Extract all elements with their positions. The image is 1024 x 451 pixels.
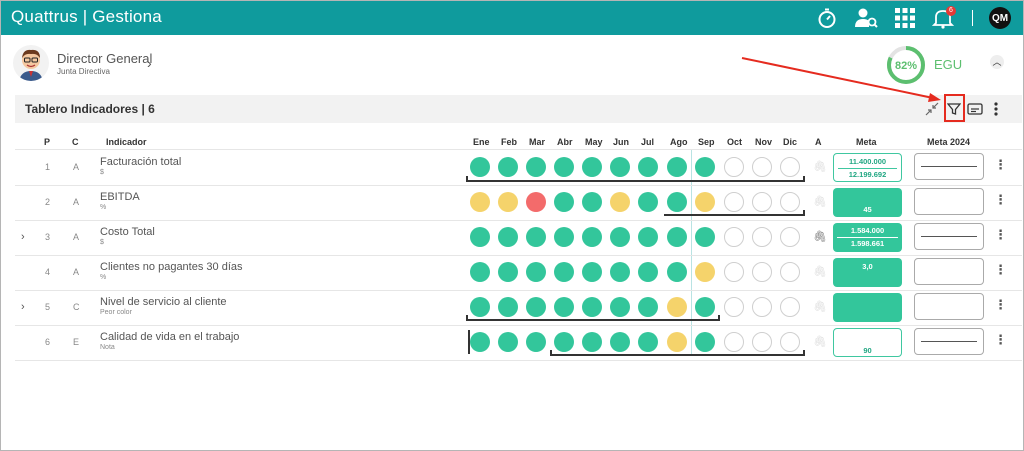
annotation-arrow (741, 57, 941, 102)
